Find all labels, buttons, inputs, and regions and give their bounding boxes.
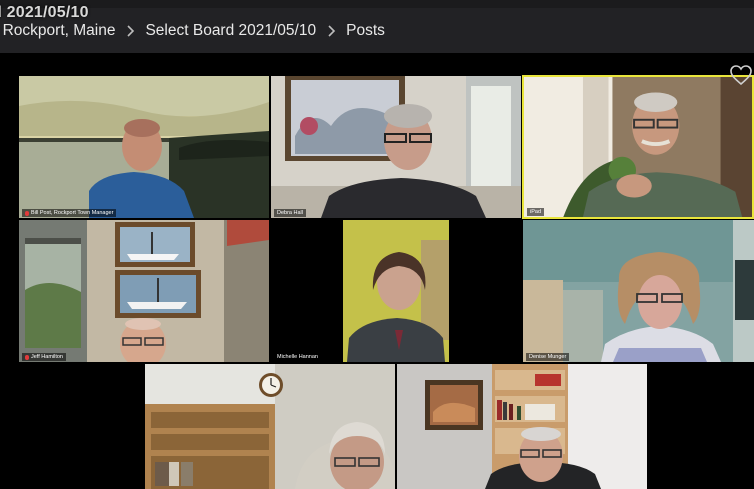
participant-name-tag: iPad <box>527 208 545 216</box>
participant-name: Jeff Hamilton <box>31 354 63 360</box>
participant-video <box>19 76 269 218</box>
meeting-title: d 2021/05/10 <box>0 4 89 21</box>
breadcrumb: f Rockport, Maine Select Board 2021/05/1… <box>0 8 754 53</box>
participant-name: Michelle Hannan <box>277 354 318 360</box>
video-tile-participant-4[interactable]: Jeff Hamilton <box>19 220 269 362</box>
muted-mic-icon <box>25 210 29 216</box>
video-tile-participant-3-active-speaker[interactable]: iPad <box>522 75 754 219</box>
participant-video <box>397 364 647 489</box>
chevron-right-icon <box>115 24 145 37</box>
video-tile-participant-7[interactable] <box>145 364 395 489</box>
participant-name: Debra Hall <box>277 210 303 216</box>
breadcrumb-item-meeting[interactable]: Select Board 2021/05/10 <box>145 22 316 40</box>
heart-icon[interactable] <box>729 64 753 86</box>
participant-video <box>271 220 521 362</box>
participant-name-tag: Bill Post, Rockport Town Manager <box>22 209 117 217</box>
breadcrumb-item-organization[interactable]: f Rockport, Maine <box>0 22 115 40</box>
window-top-strip <box>0 0 754 8</box>
participant-name-tag: Debra Hall <box>274 209 306 217</box>
video-tile-participant-8[interactable] <box>397 364 647 489</box>
video-tile-participant-6[interactable]: Denise Munger <box>523 220 754 362</box>
participant-video <box>524 77 752 217</box>
video-tile-participant-2[interactable]: Debra Hall <box>271 76 521 218</box>
participant-name: Bill Post, Rockport Town Manager <box>31 210 114 216</box>
participant-name-tag: Michelle Hannan <box>274 353 321 361</box>
participant-video <box>145 364 395 489</box>
participant-video <box>523 220 754 362</box>
video-tile-participant-5[interactable]: Michelle Hannan <box>271 220 521 362</box>
participant-name: iPad <box>530 209 542 215</box>
video-meeting-window: f Rockport, Maine Select Board 2021/05/1… <box>0 0 754 489</box>
participant-name-tag: Jeff Hamilton <box>22 353 66 361</box>
participant-video <box>271 76 521 218</box>
muted-mic-icon <box>25 354 29 360</box>
participant-name-tag: Denise Munger <box>526 353 570 361</box>
participant-video <box>19 220 269 362</box>
video-tile-participant-1[interactable]: Bill Post, Rockport Town Manager <box>19 76 269 218</box>
chevron-right-icon <box>316 24 346 37</box>
breadcrumb-item-posts[interactable]: Posts <box>346 22 385 40</box>
participant-name: Denise Munger <box>529 354 567 360</box>
